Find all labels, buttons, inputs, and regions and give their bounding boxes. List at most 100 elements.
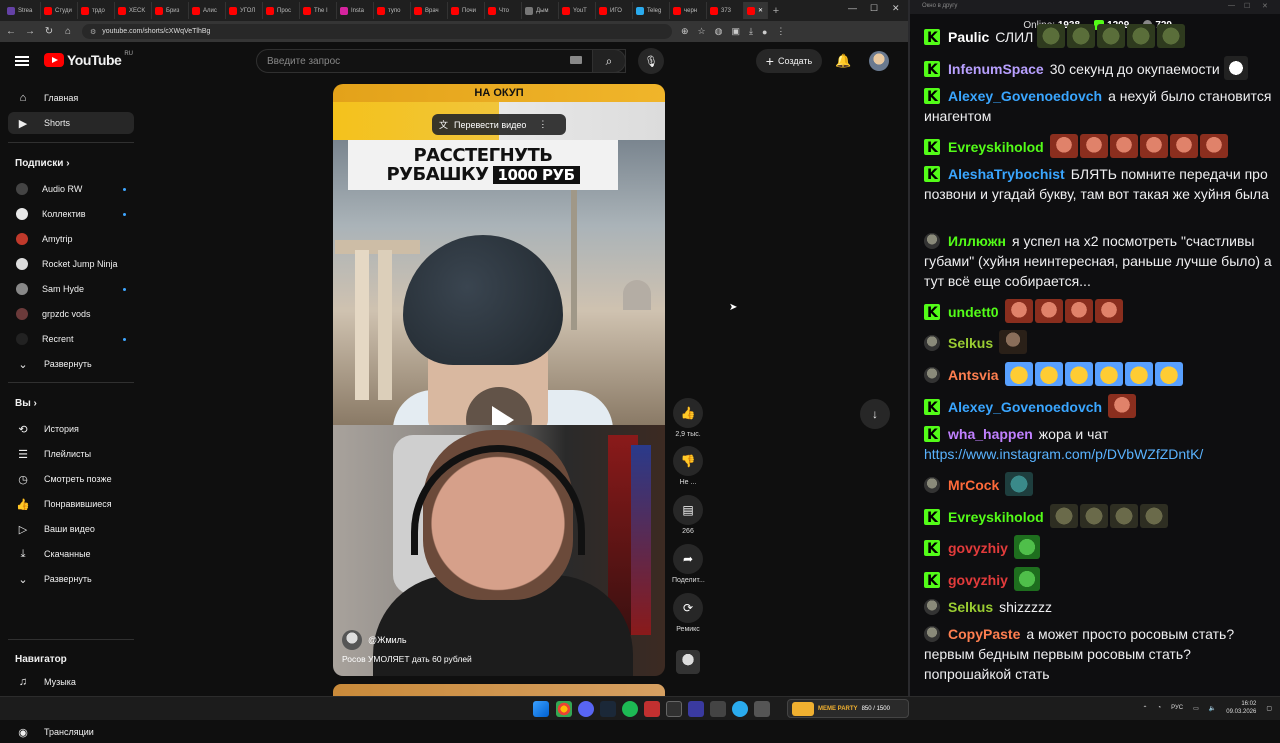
browser-tab[interactable]: ИГО (596, 2, 633, 19)
sound-thumbnail[interactable] (676, 650, 700, 674)
sidebar-item-liked[interactable]: 👍 Понравившиеся (8, 493, 134, 515)
create-button[interactable]: + Создать (756, 49, 822, 73)
reload-icon[interactable]: ↻ (44, 26, 54, 37)
chat-username[interactable]: Иллюжн (948, 233, 1006, 249)
chevron-up-icon[interactable]: ⌃ (1142, 705, 1147, 712)
chat-username[interactable]: govyzhiy (948, 540, 1008, 556)
media-player-icon[interactable] (688, 701, 704, 717)
browser-tab[interactable]: 373 (707, 2, 744, 19)
search-button[interactable]: ⌕ (592, 49, 626, 73)
browser-tab[interactable]: Strea (4, 2, 41, 19)
channel-info[interactable]: @Жмиль (342, 630, 407, 650)
close-icon[interactable]: ✕ (1262, 2, 1268, 10)
translate-video-button[interactable]: 文 Перевести видео ⋮ (432, 114, 566, 135)
notifications-bell-icon[interactable]: 🔔 (835, 53, 851, 69)
user-avatar[interactable] (869, 51, 889, 71)
browser-tab[interactable]: Алис (189, 2, 226, 19)
chat-username[interactable]: Selkus (948, 599, 993, 615)
back-icon[interactable]: ← (6, 26, 16, 37)
address-bar[interactable]: ⚙ youtube.com/shorts/cXWqVeTlhBg (82, 24, 672, 39)
wifi-icon[interactable]: ◔ (1158, 705, 1162, 711)
browser-tab[interactable]: Студи (41, 2, 78, 19)
like-button[interactable]: 👍 2,9 тыс. (672, 398, 704, 438)
browser-tab[interactable]: Прос (263, 2, 300, 19)
sidebar-item-live[interactable]: ◉ Трансляции (8, 721, 134, 743)
sidebar-subscription-item[interactable]: Amytrip (8, 228, 134, 250)
dislike-button[interactable]: 👎 Не ... (672, 446, 704, 486)
maximize-icon[interactable]: ☐ (870, 3, 878, 14)
steam-icon[interactable] (600, 701, 616, 717)
app-icon[interactable] (710, 701, 726, 717)
sidebar-subscription-item[interactable]: Audio RW (8, 178, 134, 200)
channel-avatar[interactable] (342, 630, 362, 650)
minimize-icon[interactable]: — (848, 3, 857, 13)
channel-name[interactable]: @Жмиль (368, 635, 407, 645)
sidebar-subscription-item[interactable]: Rocket Jump Ninja (8, 253, 134, 275)
chat-link[interactable]: https://www.instagram.com/p/DVbWZfZDntK/ (924, 446, 1203, 462)
chat-username[interactable]: Antsvia (948, 367, 999, 383)
forward-icon[interactable]: → (25, 26, 35, 37)
browser-tab[interactable]: The I (300, 2, 337, 19)
close-tab-icon[interactable]: ✕ (758, 7, 763, 14)
chat-username[interactable]: Alexey_Govenoedovch (948, 399, 1102, 415)
minimize-icon[interactable]: — (1228, 2, 1235, 9)
sidebar-item-your-videos[interactable]: ▷ Ваши видео (8, 518, 134, 540)
home-icon[interactable]: ⌂ (63, 26, 73, 37)
next-short-preview[interactable] (333, 684, 665, 696)
app-icon[interactable] (644, 701, 660, 717)
chat-username[interactable]: Evreyskiholod (948, 139, 1044, 155)
sidebar-item-home[interactable]: ⌂ Главная (8, 87, 134, 109)
app-icon[interactable] (666, 701, 682, 717)
browser-tab[interactable]: черн (670, 2, 707, 19)
sidebar-item-expand-subscriptions[interactable]: ⌄ Развернуть (8, 353, 134, 375)
browser-tab[interactable]: Врач (411, 2, 448, 19)
browser-menu-icon[interactable]: ⋮ (776, 26, 785, 37)
extensions-puzzle-icon[interactable]: ▣ (731, 26, 740, 37)
chat-username[interactable]: Evreyskiholod (948, 509, 1044, 525)
meme-party-widget[interactable]: MEME PARTY 850 / 1500 (787, 699, 909, 718)
chat-username[interactable]: Alexey_Govenoedovch (948, 88, 1102, 104)
chat-username[interactable]: CopyPaste (948, 626, 1020, 642)
remix-button[interactable]: ⟳ Ремикс (672, 593, 704, 633)
close-icon[interactable]: ✕ (892, 3, 900, 14)
spotify-icon[interactable] (622, 701, 638, 717)
shorts-player[interactable]: НА ОКУП 文 Перевести видео ⋮ РАССТЕГНУТЬ … (333, 84, 665, 676)
sidebar-subscription-item[interactable]: grpzdc vods (8, 303, 134, 325)
browser-tab[interactable]: Что (485, 2, 522, 19)
sidebar-subscription-item[interactable]: Recrent (8, 328, 134, 350)
more-vertical-icon[interactable]: ⋮ (538, 119, 547, 130)
bookmark-star-icon[interactable]: ☆ (698, 26, 706, 37)
sidebar-item-history[interactable]: ⟲ История (8, 418, 134, 440)
next-video-button[interactable]: ↓ (860, 399, 890, 429)
comments-button[interactable]: ▤ 266 (672, 495, 704, 535)
browser-tab[interactable]: Teleg (633, 2, 670, 19)
new-tab-icon[interactable]: + (768, 5, 784, 17)
sidebar-subscription-item[interactable]: Sam Hyde (8, 278, 134, 300)
chat-username[interactable]: Paulic (948, 29, 989, 45)
clock[interactable]: 16:02 09.03.2026 (1226, 700, 1256, 716)
share-button[interactable]: ➦ Поделит... (672, 544, 705, 584)
extension-icon[interactable]: ◍ (715, 26, 723, 37)
hamburger-menu-icon[interactable] (15, 56, 29, 66)
sidebar-item-downloads[interactable]: ⤓ Скачанные (8, 543, 134, 565)
app-icon[interactable] (754, 701, 770, 717)
chat-username[interactable]: AleshaTrybochist (948, 166, 1065, 182)
you-heading[interactable]: Вы › (15, 398, 37, 409)
sidebar-subscription-item[interactable]: Коллектив (8, 203, 134, 225)
keyboard-icon[interactable] (570, 56, 582, 64)
chat-username[interactable]: InfenumSpace (948, 61, 1044, 77)
network-icon[interactable]: ▭ (1193, 705, 1199, 712)
volume-icon[interactable]: 🔈 (1209, 705, 1216, 712)
chrome-icon[interactable] (556, 701, 572, 717)
subscriptions-heading[interactable]: Подписки › (15, 158, 70, 169)
browser-tab[interactable]: YouT (559, 2, 596, 19)
browser-tab[interactable]: трдо (78, 2, 115, 19)
chat-username[interactable]: Selkus (948, 335, 993, 351)
browser-tab[interactable]: УГОЛ (226, 2, 263, 19)
sidebar-item-playlists[interactable]: ☰ Плейлисты (8, 443, 134, 465)
sidebar-item-watch-later[interactable]: ◷ Смотреть позже (8, 468, 134, 490)
windows-start-icon[interactable] (533, 701, 549, 717)
sidebar-item-expand[interactable]: ⌄ Развернуть (8, 568, 134, 590)
discord-icon[interactable] (578, 701, 594, 717)
browser-tab[interactable]: тупо (374, 2, 411, 19)
